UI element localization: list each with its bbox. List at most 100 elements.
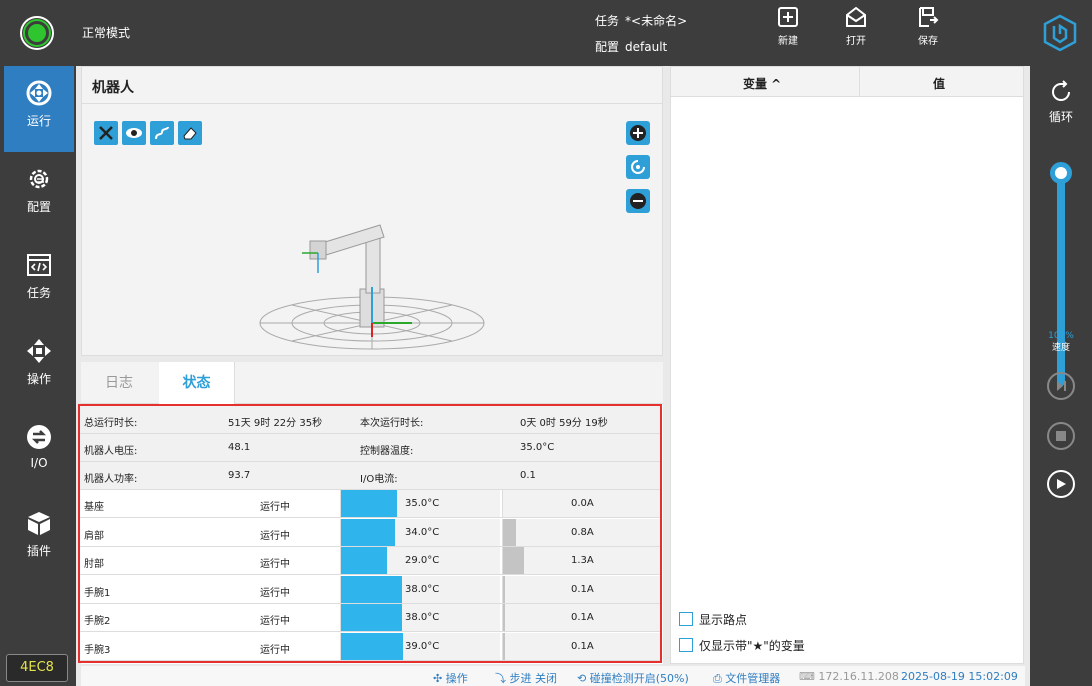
summary-key: 总运行时长:: [84, 418, 138, 429]
checkbox-box: [679, 612, 693, 626]
joint-name: 手腕1: [84, 587, 111, 599]
eraser-button[interactable]: [178, 121, 202, 145]
tab-log[interactable]: 日志: [81, 362, 157, 404]
save-label: 保存: [918, 36, 938, 47]
right-sidebar: 循环 100% 速度: [1030, 66, 1092, 686]
save-button[interactable]: 保存: [908, 6, 948, 47]
file-manager-link[interactable]: ⎙ 文件管理器: [713, 670, 780, 686]
sidebar-item-label: 运行: [26, 114, 51, 128]
sidebar-item-io[interactable]: I/O: [4, 410, 74, 496]
brand-logo-icon: [1043, 14, 1077, 52]
joint-current: 0.1A: [571, 612, 594, 624]
play-button[interactable]: [1047, 470, 1075, 498]
status-bar: ✣ 操作 ⤵ 步进 关闭 ⟲ 碰撞检测开启(50%) ⎙ 文件管理器 ⌨ 172…: [81, 666, 1025, 686]
summary-key: 本次运行时长:: [360, 418, 424, 429]
sidebar-item-plugin[interactable]: 插件: [4, 496, 74, 582]
current-bar: [503, 547, 524, 575]
stop-button[interactable]: [1047, 422, 1075, 450]
joint-temperature: 34.0°C: [405, 526, 440, 538]
summary-value: 0天 0时 59分 19秒: [520, 418, 608, 429]
new-button[interactable]: 新建: [768, 6, 808, 47]
open-label: 打开: [846, 36, 866, 47]
zoom-out-button[interactable]: [626, 189, 650, 213]
column-header-value[interactable]: 值: [933, 75, 945, 92]
power-status-button[interactable]: [20, 16, 54, 50]
tab-bar: 日志 状态: [81, 362, 663, 404]
joint-name: 基座: [84, 502, 104, 513]
robot-3d-view[interactable]: [252, 203, 492, 353]
temperature-bar: [341, 604, 402, 632]
joint-name: 肘部: [84, 559, 104, 571]
joint-name: 手腕3: [84, 645, 111, 656]
gear-icon: [29, 169, 49, 189]
collision-label: 碰撞检测开启(50%): [589, 672, 689, 685]
task-info: 任务 *<未命名> 配置 default: [595, 8, 687, 60]
reset-view-button[interactable]: [626, 155, 650, 179]
status-grid: 总运行时长: 51天 9时 22分 35秒 本次运行时长: 0天 0时 59分 …: [78, 404, 662, 663]
joint-row: 肩部 运行中 34.0°C 0.8A: [80, 518, 660, 547]
joint-state: 运行中: [260, 502, 290, 513]
operate-status[interactable]: ✣ 操作: [433, 670, 468, 686]
summary-key: 控制器温度:: [360, 446, 414, 457]
current-gauge: 0.1A: [502, 633, 660, 660]
loop-label: 循环: [1048, 110, 1073, 124]
tool-settings-button[interactable]: [94, 121, 118, 145]
show-starred-checkbox[interactable]: 仅显示带"★"的变量: [679, 637, 805, 654]
robot-panel: 机器人: [81, 66, 663, 356]
temperature-gauge: 38.0°C: [340, 604, 500, 632]
sidebar-item-label: 插件: [26, 544, 51, 558]
robot-title: 机器人: [92, 80, 134, 96]
loop-icon: [1052, 80, 1070, 101]
summary-row: 总运行时长: 51天 9时 22分 35秒 本次运行时长: 0天 0时 59分 …: [80, 406, 660, 434]
top-bar: 正常模式 任务 *<未命名> 配置 default 新建 打开 保存: [0, 0, 1092, 66]
joint-name: 手腕2: [84, 616, 111, 628]
joint-current: 0.1A: [571, 583, 594, 595]
show-starred-label: 仅显示带"★"的变量: [699, 639, 805, 653]
joint-temperature: 29.0°C: [405, 555, 440, 567]
joint-row: 肘部 运行中 29.0°C 1.3A: [80, 547, 660, 576]
current-gauge: 0.0A: [502, 490, 660, 517]
step-button[interactable]: [1047, 372, 1075, 400]
path-button[interactable]: [150, 121, 174, 145]
mode-label: 正常模式: [82, 26, 131, 40]
view-toggle-button[interactable]: [122, 121, 146, 145]
eraser-icon: [183, 127, 197, 140]
joint-row: 基座 运行中 35.0°C 0.0A: [80, 490, 660, 518]
step-status[interactable]: ⤵ 步进 关闭: [495, 670, 557, 686]
joint-current: 0.0A: [571, 498, 594, 509]
open-button[interactable]: 打开: [836, 6, 876, 47]
show-waypoints-checkbox[interactable]: 显示路点: [679, 611, 747, 628]
plus-icon: [630, 125, 646, 141]
summary-value: 0.1: [520, 470, 536, 481]
sidebar-item-label: I/O: [30, 456, 48, 470]
loop-toggle[interactable]: 循环: [1030, 80, 1092, 125]
config-label: 配置: [595, 40, 620, 54]
sidebar-item-task[interactable]: 任务: [4, 238, 74, 324]
column-header-variable[interactable]: 变量 ^: [743, 75, 781, 92]
current-bar: [503, 633, 505, 660]
stop-icon: [1056, 431, 1066, 441]
variables-panel: 变量 ^ 值 显示路点 仅显示带"★"的变量: [670, 66, 1024, 664]
joint-state: 运行中: [260, 645, 290, 656]
temperature-bar: [341, 490, 397, 517]
rotate-icon: [631, 160, 645, 174]
summary-value: 93.7: [228, 470, 251, 481]
current-gauge: 1.3A: [502, 547, 660, 575]
speed-slider-handle[interactable]: [1050, 162, 1072, 184]
collision-status[interactable]: ⟲ 碰撞检测开启(50%): [577, 670, 689, 686]
zoom-in-button[interactable]: [626, 121, 650, 145]
sidebar-item-config[interactable]: 配置: [4, 152, 74, 238]
sidebar-item-operate[interactable]: 操作: [4, 324, 74, 410]
temperature-gauge: 29.0°C: [340, 547, 500, 575]
io-arrows-icon: [27, 425, 51, 449]
save-icon: [919, 7, 939, 27]
joint-temperature: 38.0°C: [405, 612, 440, 624]
tab-status[interactable]: 状态: [159, 362, 235, 404]
variables-header: 变量 ^ 值: [671, 67, 1023, 97]
sidebar-item-run[interactable]: 运行: [4, 66, 74, 152]
minus-icon: [630, 193, 646, 209]
summary-value: 51天 9时 22分 35秒: [228, 418, 323, 429]
code-window-icon: [27, 254, 51, 276]
temperature-gauge: 34.0°C: [340, 518, 500, 546]
joint-state: 运行中: [260, 587, 290, 599]
